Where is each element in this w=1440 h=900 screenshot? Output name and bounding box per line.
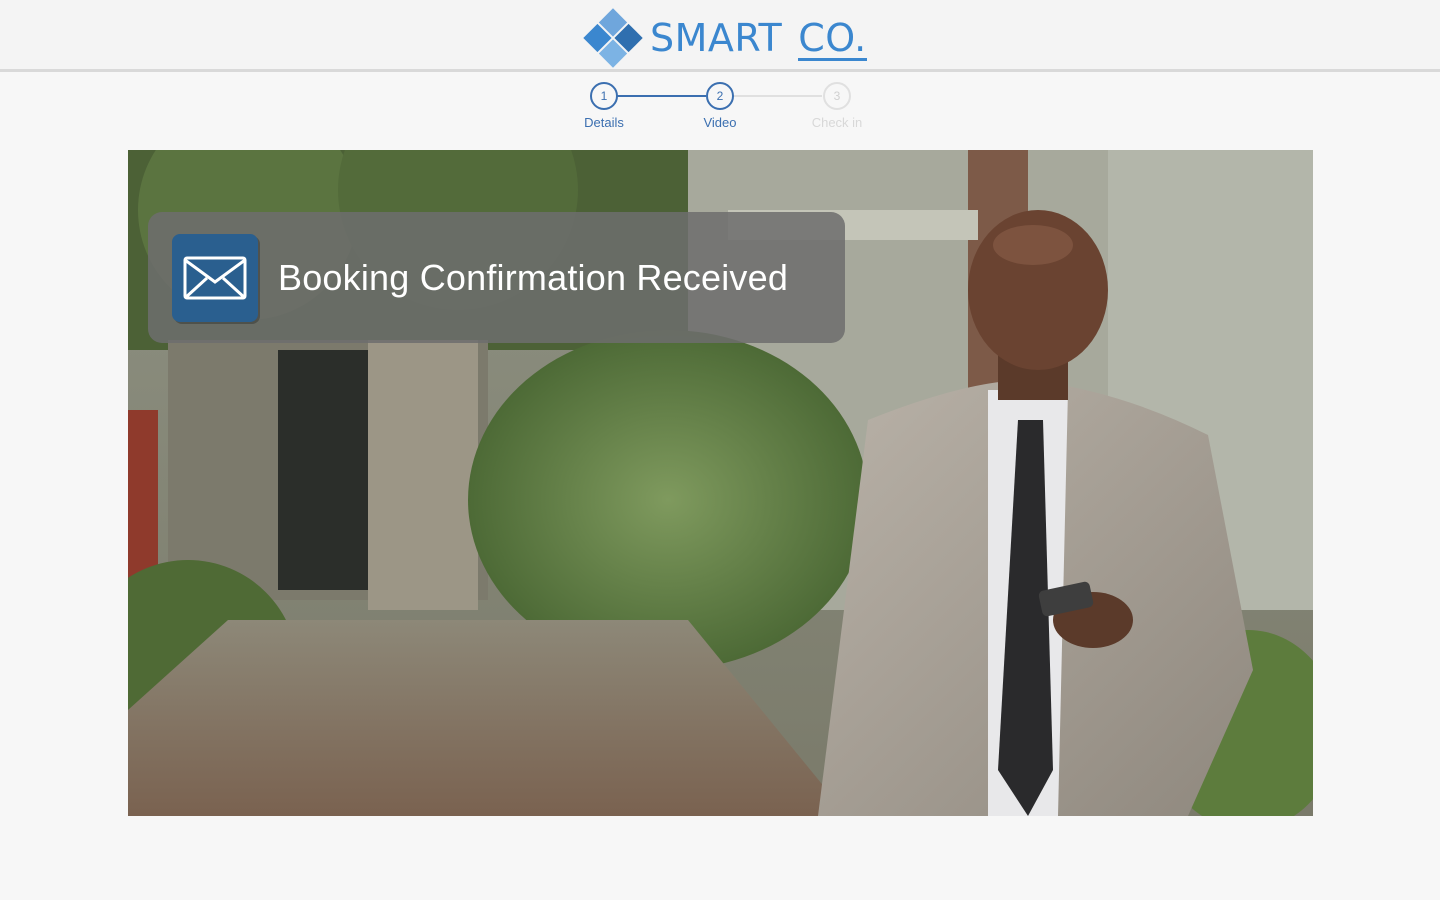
step-label: Details <box>584 115 624 130</box>
progress-stepper: 1 Details 2 Video 3 Check in <box>560 80 880 142</box>
step-label: Check in <box>811 115 863 130</box>
app-header: SMART CO. <box>0 0 1440 72</box>
brand-name-suffix: CO. <box>798 15 867 61</box>
notification-text: Booking Confirmation Received <box>278 256 789 298</box>
step-video[interactable]: 2 Video <box>675 80 765 130</box>
booking-notification[interactable]: Booking Confirmation Received <box>148 212 845 343</box>
step-number-badge: 3 <box>823 82 851 110</box>
step-details[interactable]: 1 Details <box>559 80 649 130</box>
step-label: Video <box>703 115 737 130</box>
diamond-grid-logo-icon <box>583 8 643 68</box>
envelope-icon <box>172 233 258 322</box>
video-player[interactable]: Booking Confirmation Received <box>128 150 1313 816</box>
step-number-badge: 1 <box>590 82 618 110</box>
step-number-badge: 2 <box>706 82 734 110</box>
brand-logo[interactable]: SMART CO. <box>582 8 867 68</box>
brand-name-main: SMART <box>650 15 783 60</box>
brand-name: SMART CO. <box>650 16 867 61</box>
step-check-in: 3 Check in <box>792 80 882 130</box>
